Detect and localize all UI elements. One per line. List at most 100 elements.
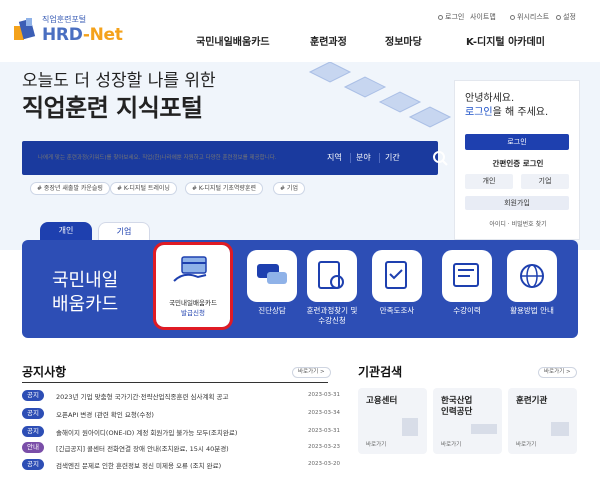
login-greeting: 안녕하세요. (465, 93, 515, 104)
login-link[interactable]: 로그인 (465, 107, 493, 118)
notice-text: 솔해이지 원아이디(ONE-ID) 계정 회원가입 불가능 모두(조치완료) (56, 429, 238, 437)
school-icon (551, 422, 569, 436)
gnb-item-courses[interactable]: 훈련과정 (310, 33, 347, 48)
gnb-item-card[interactable]: 국민내일배움카드 (196, 33, 270, 48)
notice-title: 공지사항 (22, 365, 67, 379)
notice-divider (22, 382, 328, 383)
notice-badge: 안내 (22, 442, 44, 453)
survey-icon (385, 261, 407, 289)
notice-date: 2023-03-20 (308, 461, 340, 467)
search-filter-period[interactable]: 기간 (385, 152, 400, 163)
service-survey[interactable] (372, 250, 422, 302)
logo-hrd: HRD (42, 25, 83, 45)
search-bar: 지역 분야 기간 (22, 141, 448, 175)
notice-row[interactable]: 공지 2023년 기업 맞춤형 국가기간·전략산업직종훈련 심사계획 공고 20… (22, 389, 342, 403)
card-hand-icon (173, 256, 207, 282)
service-band: 국민내일 배움카드 진단상담 훈련과정찾기 및 수강신청 만족도조사 수강이력 (22, 240, 578, 338)
logo-net: -Net (82, 25, 123, 45)
service-history[interactable] (442, 250, 492, 302)
org-card-training-institution[interactable]: 훈련기관 바로가기 (508, 388, 577, 454)
cert-login-label: 간편인증 로그인 (492, 159, 544, 168)
chat-bubble-icon (257, 264, 287, 284)
org-name: 고용센터 (366, 396, 398, 406)
notice-badge: 공지 (22, 426, 44, 437)
card-issue-label-1: 국민내일배움카드 (169, 299, 217, 307)
lock-icon (438, 14, 443, 20)
history-icon (453, 263, 479, 287)
org-name: 훈련기관 (516, 396, 548, 406)
globe-icon (520, 264, 544, 288)
service-course-search[interactable] (307, 250, 357, 302)
notice-row[interactable]: 공지 오픈API 변경 (관련 확인 요청(수정) 2023-03-34 (22, 407, 342, 421)
notice-row[interactable]: 공지 검색엔진 문제로 인한 훈련정보 정신 미제용 오류 (조치 완료) 20… (22, 458, 342, 472)
gear-icon (556, 14, 561, 20)
building-icon (402, 418, 418, 436)
band-title-2: 배움카드 (52, 294, 119, 315)
service-consult[interactable] (247, 250, 297, 302)
band-title-1: 국민내일 (52, 270, 119, 291)
find-account-link[interactable]: 아이디 · 비밀번호 찾기 (455, 219, 581, 228)
hashtag-item[interactable]: # 중장년 새출발 카운슬링 (30, 182, 110, 195)
service-history-label: 수강이력 (453, 306, 481, 315)
notice-text: [긴급공지] 콜센터 전화연결 장애 안내(조치완료, 15시 40분경) (56, 445, 229, 453)
service-survey-label: 만족도조사 (379, 306, 415, 315)
login-prompt: 로그인을 해 주세요. (465, 103, 548, 118)
logo-text: HRD-Net (42, 25, 123, 45)
hashtag-item[interactable]: # 기업 (273, 182, 305, 195)
cert-company-button[interactable]: 기업 (521, 174, 569, 189)
notice-date: 2023-03-31 (308, 392, 340, 398)
gnb-item-info[interactable]: 정보마당 (385, 33, 422, 48)
notice-text: 검색엔진 문제로 인한 훈련정보 정신 미제용 오류 (조치 완료) (56, 462, 222, 470)
util-sitemap-label: 사이트맵 (470, 13, 496, 21)
util-login[interactable]: 로그인 (438, 12, 464, 22)
search-filter-region[interactable]: 지역 (327, 152, 342, 163)
org-link: 바로가기 (516, 442, 537, 448)
util-sitemap[interactable]: 사이트맵 (470, 12, 496, 22)
org-link: 바로가기 (366, 442, 387, 448)
org-link: 바로가기 (441, 442, 462, 448)
notice-text: 오픈API 변경 (관련 확인 요청(수정) (56, 411, 154, 419)
cert-personal-button[interactable]: 개인 (465, 174, 513, 189)
service-guide-label: 활용방법 안내 (510, 306, 554, 315)
course-search-icon (318, 261, 344, 289)
org-more-button[interactable]: 바로가기 > (538, 367, 577, 378)
util-settings-label: 설정 (563, 13, 576, 21)
heart-icon (510, 14, 515, 20)
org-search-title: 기관검색 (358, 365, 403, 379)
org-card-employment-center[interactable]: 고용센터 바로가기 (358, 388, 427, 454)
card-issue-label-2: 발급신청 (181, 309, 205, 317)
card-issue-button[interactable]: 국민내일배움카드 발급신청 (153, 242, 233, 330)
notice-text: 2023년 기업 맞춤형 국가기간·전략산업직종훈련 심사계획 공고 (56, 393, 229, 401)
tab-company[interactable]: 기업 (98, 222, 150, 240)
notice-more-button[interactable]: 바로가기 > (292, 367, 331, 378)
hashtag-item[interactable]: # K-디지털 기초역량훈련 (185, 182, 263, 195)
hashtag-item[interactable]: # K-디지털 트레이닝 (110, 182, 177, 195)
search-input[interactable] (28, 148, 334, 168)
org-card-hrdkorea[interactable]: 한국산업 인력공단 바로가기 (433, 388, 502, 454)
notice-date: 2023-03-31 (308, 428, 340, 434)
notice-row[interactable]: 안내 [긴급공지] 콜센터 전화연결 장애 안내(조치완료, 15시 40분경)… (22, 441, 342, 455)
login-box: 안녕하세요. 로그인을 해 주세요. 로그인 간편인증 로그인 개인 기업 회원… (454, 80, 580, 240)
hrd-net-logo[interactable]: 직업훈련포털 HRD-Net (12, 10, 123, 46)
util-settings[interactable]: 설정 (556, 12, 576, 22)
util-login-label: 로그인 (445, 13, 465, 21)
notice-row[interactable]: 공지 솔해이지 원아이디(ONE-ID) 계정 회원가입 불가능 모두(조치완료… (22, 425, 342, 439)
separator (379, 153, 380, 163)
service-guide[interactable] (507, 250, 557, 302)
util-wishlist[interactable]: 위시리스트 (510, 12, 549, 22)
hrd-3d-illustration (308, 62, 452, 128)
login-button[interactable]: 로그인 (465, 134, 569, 150)
notice-badge: 공지 (22, 390, 44, 401)
notice-date: 2023-03-34 (308, 410, 340, 416)
gnb-item-kdigital[interactable]: K-디지털 아카데미 (466, 33, 545, 48)
notice-date: 2023-03-23 (308, 444, 340, 450)
search-filter-field[interactable]: 분야 (356, 152, 371, 163)
notice-badge: 공지 (22, 408, 44, 419)
notice-badge: 공지 (22, 459, 44, 470)
search-icon[interactable] (431, 149, 449, 167)
login-prompt-rest: 을 해 주세요. (492, 107, 549, 118)
join-button[interactable]: 회원가입 (465, 196, 569, 210)
logo-subtitle: 직업훈련포털 (42, 15, 87, 24)
hrdk-watermark-icon (471, 424, 497, 434)
tab-personal[interactable]: 개인 (40, 222, 92, 240)
